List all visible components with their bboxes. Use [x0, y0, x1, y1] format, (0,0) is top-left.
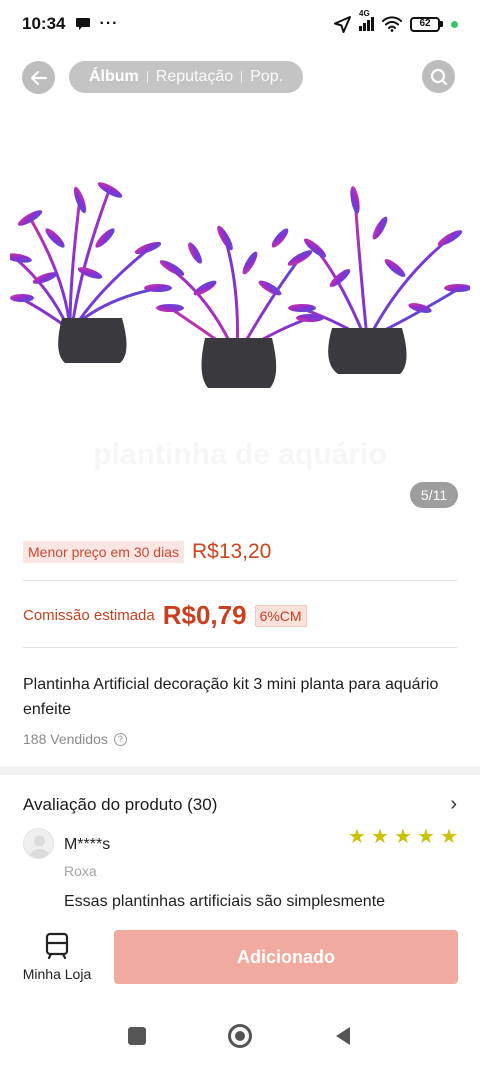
sold-count: 188 Vendidos ? — [23, 731, 127, 747]
section-divider — [0, 766, 480, 775]
review-text: Essas plantinhas artificiais são simples… — [64, 893, 386, 910]
star-icon: ★ — [440, 826, 458, 848]
arrow-left-icon — [30, 70, 47, 85]
network-type: 4G — [359, 9, 370, 18]
lowest-price-badge: Menor preço em 30 dias — [23, 541, 184, 563]
plant-left — [10, 182, 172, 363]
recents-icon[interactable] — [128, 1027, 146, 1045]
location-icon — [334, 15, 351, 33]
privacy-dot — [451, 20, 458, 28]
commission-value: R$0,79 — [162, 600, 247, 630]
price-row: Menor preço em 30 dias R$13,20 — [23, 540, 271, 564]
tab-album[interactable]: Álbum — [83, 68, 145, 86]
star-icon: ★ — [371, 826, 389, 848]
review-rating: ★ ★ ★ ★ ★ — [348, 826, 459, 848]
system-nav-bar — [0, 1006, 480, 1066]
back-triangle-icon[interactable] — [334, 1026, 352, 1046]
battery-level: 62 — [410, 16, 440, 32]
avatar — [23, 828, 54, 859]
product-gallery[interactable]: Álbum Reputação Pop. 5/11 — [0, 48, 480, 518]
image-watermark: plantinha de aquário — [0, 438, 480, 472]
tab-reputacao[interactable]: Reputação — [150, 68, 239, 86]
reviews-title: Avaliação do produto (30) — [23, 794, 218, 814]
commission-label: Comissão estimada — [23, 607, 155, 624]
back-button[interactable] — [22, 61, 55, 94]
help-icon[interactable]: ? — [113, 732, 127, 746]
review-variant: Roxa — [64, 863, 97, 879]
more-dots-icon: ··· — [99, 15, 119, 32]
star-icon: ★ — [394, 826, 412, 848]
plant-right — [288, 186, 470, 374]
search-button[interactable] — [422, 60, 455, 93]
battery-icon: 62 — [410, 16, 443, 32]
home-icon[interactable] — [228, 1024, 252, 1048]
star-icon: ★ — [348, 826, 366, 848]
divider — [23, 647, 457, 648]
tab-pop[interactable]: Pop. — [244, 68, 289, 86]
tab-divider — [146, 71, 148, 83]
store-icon — [45, 932, 69, 960]
added-button[interactable]: Adicionado — [114, 930, 458, 984]
chat-bubble-icon — [76, 18, 91, 30]
commission-rate-badge: 6%CM — [254, 604, 307, 627]
gallery-tabs: Álbum Reputação Pop. — [69, 61, 304, 93]
commission-row: Comissão estimada R$0,79 6%CM — [23, 600, 307, 631]
status-bar: 10:34 ··· 4G 62 — [0, 0, 480, 48]
divider — [23, 580, 457, 581]
signal-icon: 4G — [359, 9, 374, 31]
reviewer-name: M****s — [64, 836, 111, 853]
image-counter: 5/11 — [410, 482, 458, 508]
tab-divider — [241, 71, 243, 83]
my-store-label: Minha Loja — [22, 966, 92, 982]
bottom-action-bar: Minha Loja Adicionado — [0, 918, 480, 1000]
clock: 10:34 — [22, 14, 66, 33]
star-icon: ★ — [417, 826, 435, 848]
product-title: Plantinha Artificial decoração kit 3 min… — [23, 676, 439, 718]
chevron-right-icon: › — [450, 793, 457, 815]
my-store-button[interactable]: Minha Loja — [18, 932, 96, 982]
product-price: R$13,20 — [191, 540, 272, 563]
reviews-header[interactable]: Avaliação do produto (30) › — [23, 793, 457, 816]
product-image — [10, 182, 470, 388]
wifi-icon — [382, 16, 402, 32]
sold-count-label: 188 Vendidos — [23, 731, 108, 747]
search-icon — [430, 68, 447, 85]
